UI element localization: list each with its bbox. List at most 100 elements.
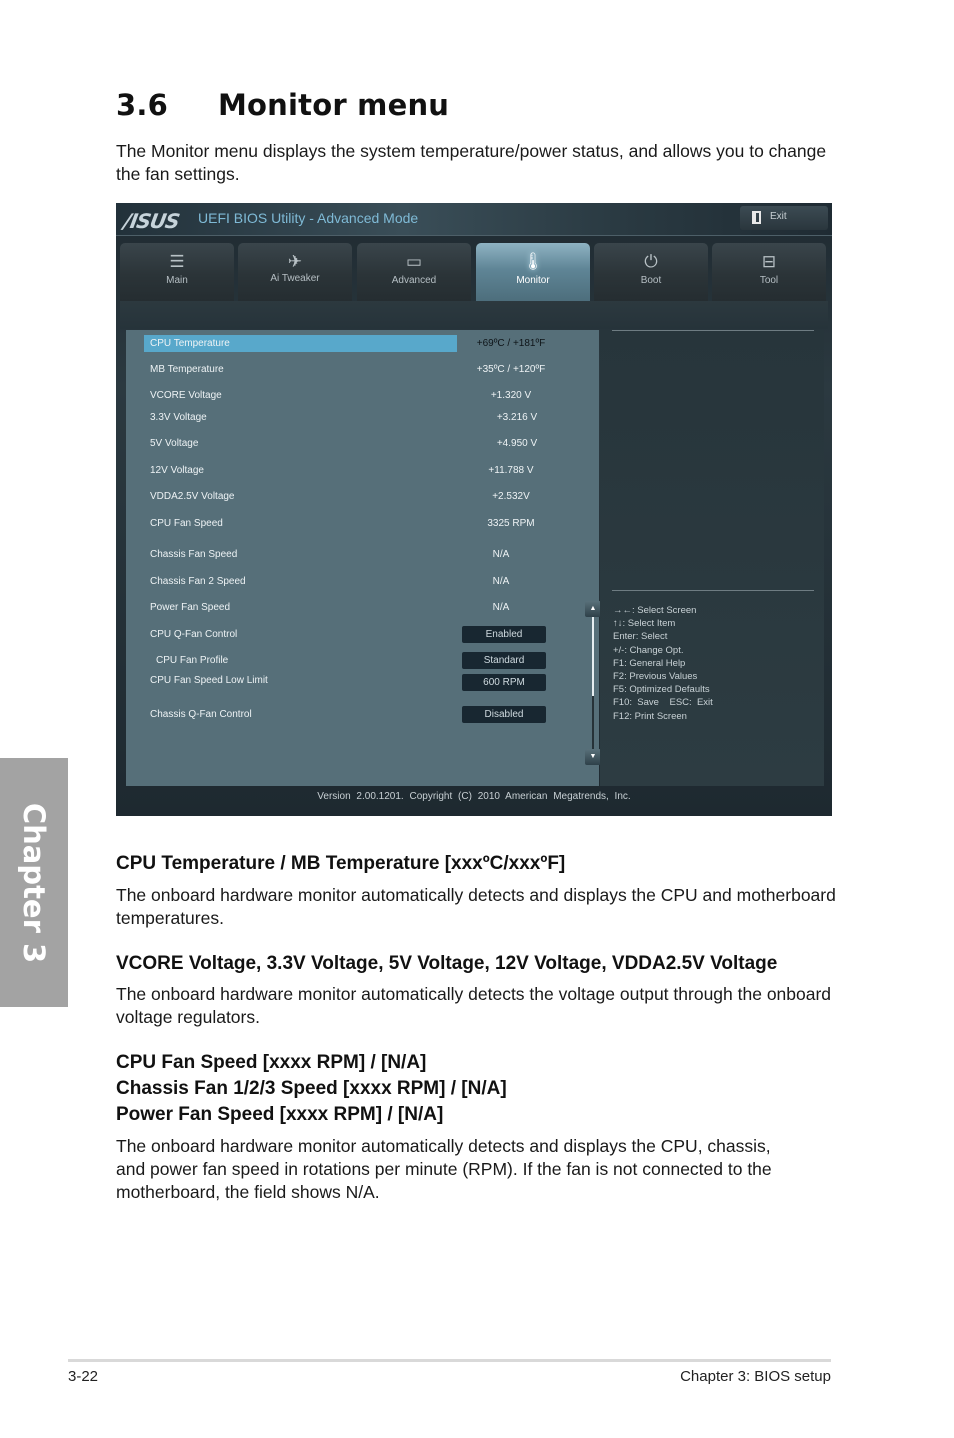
door-exit-icon [752, 211, 761, 224]
desc-text-temperature: The onboard hardware monitor automatical… [116, 885, 836, 928]
option-label: CPU Q-Fan Control [150, 629, 238, 640]
section-number: 3.6 [116, 88, 168, 122]
desc-heading-power-fan: Power Fan Speed [xxxx RPM] / [N/A] [116, 1104, 444, 1125]
exit-label: Exit [770, 211, 787, 222]
help-divider-top [612, 330, 814, 331]
item-power-fan-speed[interactable]: Power Fan Speed N/A [126, 599, 599, 617]
desc-heading-cpu-fan: CPU Fan Speed [xxxx RPM] / [N/A] [116, 1052, 427, 1073]
item-label: 12V Voltage [150, 465, 204, 476]
desc-heading-temperature: CPU Temperature / MB Temperature [xxxºC/… [116, 853, 566, 874]
tab-label: Tool [759, 275, 779, 286]
tab-boot[interactable]: ⏻ Boot [594, 243, 708, 301]
item-12v-voltage[interactable]: 12V Voltage +11.788 V [126, 462, 599, 480]
bios-version-footer: Version 2.00.1201. Copyright (C) 2010 Am… [317, 791, 631, 802]
tab-main[interactable]: ☰ Main [120, 243, 234, 301]
bios-header: /ISUS UEFI BIOS Utility - Advanced Mode … [116, 203, 832, 236]
item-value: +2.532V [492, 491, 530, 502]
hotkey-enter: Enter: Select [613, 631, 668, 643]
desc-text-voltage: The onboard hardware monitor automatical… [116, 984, 832, 1027]
item-label: VCORE Voltage [150, 390, 222, 401]
info-panel-icon: ▭ [405, 252, 423, 271]
chapter-side-tab: Chapter 3 [0, 758, 68, 1007]
arrow-up-icon: ▲ [589, 605, 597, 612]
tab-label: Main [166, 275, 188, 286]
tab-ai-tweaker[interactable]: ✈ Ai Tweaker [238, 243, 352, 301]
item-value: +1.320 V [490, 390, 532, 401]
thermometer-icon: 🌡 [522, 252, 544, 271]
tab-label: Boot [640, 275, 662, 286]
item-label: CPU Fan Speed [150, 518, 223, 529]
option-chassis-q-fan-control: Chassis Q-Fan Control Disabled [126, 706, 599, 724]
item-value: N/A [492, 549, 510, 560]
item-5v-voltage[interactable]: 5V Voltage +4.950 V [126, 435, 599, 453]
hotkey-f2: F2: Previous Values [613, 671, 698, 683]
option-label: CPU Fan Profile [156, 655, 229, 666]
hotkey-legend: →←: Select Screen ↑↓: Select Item Enter:… [613, 604, 713, 723]
item-chassis-fan-2-speed[interactable]: Chassis Fan 2 Speed N/A [126, 573, 599, 591]
tab-monitor[interactable]: 🌡 Monitor [476, 243, 590, 301]
chassis-q-fan-control-select[interactable]: Disabled [462, 706, 546, 723]
arrow-down-icon: ▼ [589, 753, 597, 760]
option-label: Chassis Q-Fan Control [150, 709, 252, 720]
tab-label: Ai Tweaker [270, 273, 320, 284]
item-mb-temperature[interactable]: MB Temperature +35ºC / +120ºF [126, 361, 599, 379]
item-cpu-temperature[interactable]: CPU Temperature +69ºC / +181ºF [126, 335, 599, 353]
footer-rule [68, 1359, 831, 1362]
item-value: +69ºC / +181ºF [476, 338, 546, 349]
item-label: Chassis Fan Speed [150, 549, 238, 560]
chapter-side-tab-label: Chapter 3 [17, 802, 51, 963]
cpu-fan-profile-select[interactable]: Standard [462, 652, 546, 669]
cpu-fan-speed-low-limit-select[interactable]: 600 RPM [462, 674, 546, 691]
bios-tabs: ☰ Main ✈ Ai Tweaker ▭ Advanced 🌡 Monitor… [120, 243, 830, 301]
item-label: 5V Voltage [150, 438, 199, 449]
scrollbar[interactable]: ▲ ▼ [585, 601, 601, 765]
hotkey-f10-esc: F10: Save ESC: Exit [613, 697, 713, 709]
monitor-items-panel: CPU Temperature +69ºC / +181ºF MB Temper… [126, 330, 601, 786]
scroll-down-button[interactable]: ▼ [585, 749, 601, 765]
exit-button[interactable]: Exit [740, 206, 828, 230]
item-label: CPU Temperature [150, 338, 230, 349]
hotkey-f12: F12: Print Screen [613, 710, 687, 722]
item-label: VDDA2.5V Voltage [150, 491, 235, 502]
item-value: +3.216 V [496, 412, 538, 423]
desc-heading-voltage: VCORE Voltage, 3.3V Voltage, 5V Voltage,… [116, 953, 778, 974]
toolbox-icon: ⊟ [761, 252, 777, 271]
item-label: Chassis Fan 2 Speed [150, 576, 246, 587]
hotkey-select-screen: →←: Select Screen [613, 605, 697, 616]
item-cpu-fan-speed[interactable]: CPU Fan Speed 3325 RPM [126, 515, 599, 533]
option-cpu-q-fan-control: CPU Q-Fan Control Enabled [126, 626, 599, 644]
tab-advanced[interactable]: ▭ Advanced [357, 243, 471, 301]
item-vdda2-5v-voltage[interactable]: VDDA2.5V Voltage +2.532V [126, 488, 599, 506]
item-value: +4.950 V [496, 438, 538, 449]
hotkey-f5: F5: Optimized Defaults [613, 684, 710, 696]
item-3-3v-voltage[interactable]: 3.3V Voltage +3.216 V [126, 409, 599, 427]
item-chassis-fan-speed[interactable]: Chassis Fan Speed N/A [126, 546, 599, 564]
item-value: +35ºC / +120ºF [476, 364, 546, 375]
section-title: 3.6 Monitor menu [116, 88, 449, 122]
item-value: N/A [492, 576, 510, 587]
item-label: 3.3V Voltage [150, 412, 207, 423]
asus-logo: /ISUS [121, 209, 181, 233]
hotkey-select-item: ↑↓: Select Item [613, 618, 676, 630]
cpu-q-fan-control-select[interactable]: Enabled [462, 626, 546, 643]
bios-screenshot: /ISUS UEFI BIOS Utility - Advanced Mode … [116, 203, 832, 816]
option-cpu-fan-profile: CPU Fan Profile Standard [126, 652, 599, 670]
item-label: Power Fan Speed [150, 602, 231, 613]
hotkey-change-opt: +/-: Change Opt. [613, 644, 684, 656]
scroll-up-button[interactable]: ▲ [585, 601, 601, 617]
section-intro: The Monitor menu displays the system tem… [116, 141, 827, 184]
bios-title: UEFI BIOS Utility - Advanced Mode [198, 210, 419, 226]
item-value: +11.788 V [488, 465, 534, 476]
section-name: Monitor menu [218, 88, 450, 122]
hotkey-f1: F1: General Help [613, 657, 686, 669]
tab-label: Advanced [391, 275, 437, 286]
item-vcore-voltage[interactable]: VCORE Voltage +1.320 V [126, 387, 599, 405]
rocket-icon: ✈ [287, 252, 303, 271]
desc-heading-chassis-fan: Chassis Fan 1/2/3 Speed [xxxx RPM] / [N/… [116, 1078, 507, 1099]
scroll-thumb[interactable] [592, 617, 594, 696]
item-value: N/A [492, 602, 510, 613]
help-panel: →←: Select Screen ↑↓: Select Item Enter:… [600, 330, 824, 786]
tabs-shelf [120, 301, 828, 329]
tab-tool[interactable]: ⊟ Tool [712, 243, 826, 301]
help-divider-keys [612, 590, 814, 591]
